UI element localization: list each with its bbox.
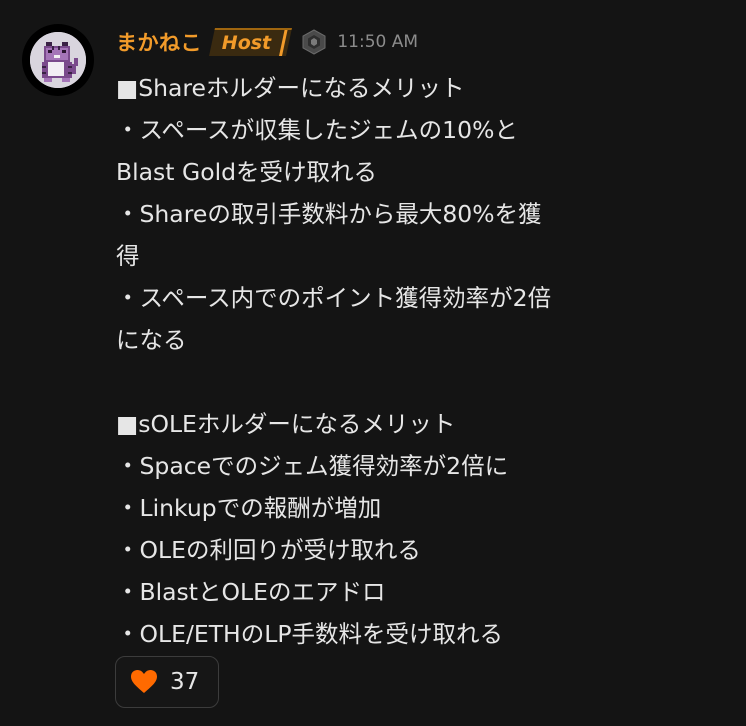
- message-header: まかねこ Host 11:50 AM: [116, 26, 418, 58]
- message-line: になる: [116, 326, 187, 354]
- reaction-count: 37: [170, 669, 200, 695]
- hexagon-rank-icon: [302, 29, 326, 55]
- user-avatar[interactable]: [22, 24, 94, 96]
- message-line: ■sOLEホルダーになるメリット: [116, 410, 456, 438]
- host-role-badge: Host: [209, 28, 293, 56]
- message-line: ・BlastとOLEのエアドロ: [116, 578, 386, 606]
- message-line: ・Shareの取引手数料から最大80%を獲: [116, 200, 542, 228]
- message-line: ・スペースが収集したジェムの10%と: [116, 116, 518, 144]
- message-line: Blast Goldを受け取れる: [116, 158, 378, 186]
- message-line: ・スペース内でのポイント獲得効率が2倍: [116, 284, 552, 312]
- heart-reaction-button[interactable]: 37: [115, 656, 219, 708]
- message-timestamp: 11:50 AM: [337, 32, 419, 52]
- message-line: 得: [116, 242, 140, 270]
- message-line: [116, 361, 676, 403]
- heart-icon: [131, 670, 157, 693]
- message-line: ・Spaceでのジェム獲得効率が2倍に: [116, 452, 509, 480]
- pixel-cat-icon: [30, 32, 86, 88]
- badge-stripe: [279, 30, 288, 56]
- role-badge-label: Host: [221, 32, 272, 54]
- message-line: ・OLEの利回りが受け取れる: [116, 536, 421, 564]
- message-body: ■Shareホルダーになるメリット ・スペースが収集したジェムの10%と Bla…: [116, 67, 676, 655]
- message-line: ・OLE/ETHのLP手数料を受け取れる: [116, 620, 503, 648]
- message-line: ・Linkupでの報酬が増加: [116, 494, 382, 522]
- message-line: ■Shareホルダーになるメリット: [116, 74, 465, 102]
- author-name[interactable]: まかねこ: [116, 27, 202, 57]
- chat-message: まかねこ Host 11:50 AM ■Shareホルダーになるメリット ・スペ…: [0, 0, 746, 726]
